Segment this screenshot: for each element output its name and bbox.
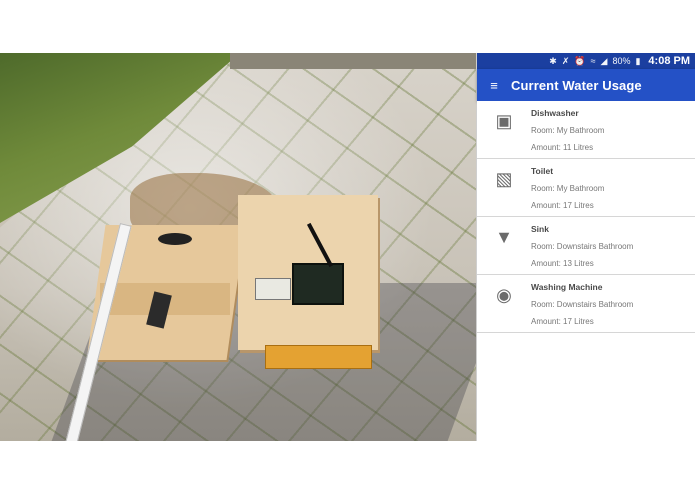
appliance-list: ▣ Dishwasher Room: My Bathroom Amount: 1… [477, 101, 695, 333]
orange-box [265, 345, 372, 369]
list-item[interactable]: ▣ Dishwasher Room: My Bathroom Amount: 1… [477, 101, 695, 159]
device-photo [0, 53, 476, 441]
page-title: Current Water Usage [511, 77, 642, 93]
appliance-amount: Amount: 11 Litres [531, 143, 594, 152]
stone-wall [230, 53, 476, 69]
appliance-name: Washing Machine [531, 282, 603, 292]
appliance-room: Room: Downstairs Bathroom [531, 300, 634, 309]
battery-percent: 80% [612, 56, 631, 66]
alarm-icon: ⏰ [574, 55, 586, 66]
appliance-room: Room: My Bathroom [531, 126, 605, 135]
washing-machine-icon: ◉ [496, 285, 512, 305]
faucet-icon: ▼ [495, 227, 513, 247]
appliance-name: Dishwasher [531, 108, 579, 118]
menu-icon[interactable]: ≡ [477, 78, 511, 93]
appliance-amount: Amount: 17 Litres [531, 201, 594, 210]
app-bar: ≡ Current Water Usage [477, 69, 695, 101]
status-bar: ✱ ✗ ⏰ ≈ ◢ 80% ▮ 4:08 PM [477, 53, 695, 69]
dishwasher-icon: ▣ [495, 111, 513, 131]
battery-icon: ▮ [635, 55, 641, 66]
signal-icon: ◢ [600, 55, 608, 66]
valve-disk [158, 233, 192, 245]
list-item[interactable]: ▼ Sink Room: Downstairs Bathroom Amount:… [477, 217, 695, 275]
appliance-name: Toilet [531, 166, 554, 176]
bluetooth-icon: ✱ [549, 55, 557, 66]
breadboard [255, 278, 291, 300]
circuit-board [292, 263, 344, 305]
phone-screen: ✱ ✗ ⏰ ≈ ◢ 80% ▮ 4:08 PM ≡ Current Water … [476, 53, 695, 463]
appliance-name: Sink [531, 224, 549, 234]
appliance-room: Room: Downstairs Bathroom [531, 242, 634, 251]
appliance-room: Room: My Bathroom [531, 184, 605, 193]
toilet-icon: ▧ [495, 169, 513, 189]
clock: 4:08 PM [648, 55, 690, 67]
list-item[interactable]: ◉ Washing Machine Room: Downstairs Bathr… [477, 275, 695, 333]
appliance-amount: Amount: 13 Litres [531, 259, 594, 268]
list-item[interactable]: ▧ Toilet Room: My Bathroom Amount: 17 Li… [477, 159, 695, 217]
wifi-icon: ≈ [590, 56, 596, 66]
mute-icon: ✗ [561, 55, 570, 66]
appliance-amount: Amount: 17 Litres [531, 317, 594, 326]
empty-area [477, 333, 695, 463]
